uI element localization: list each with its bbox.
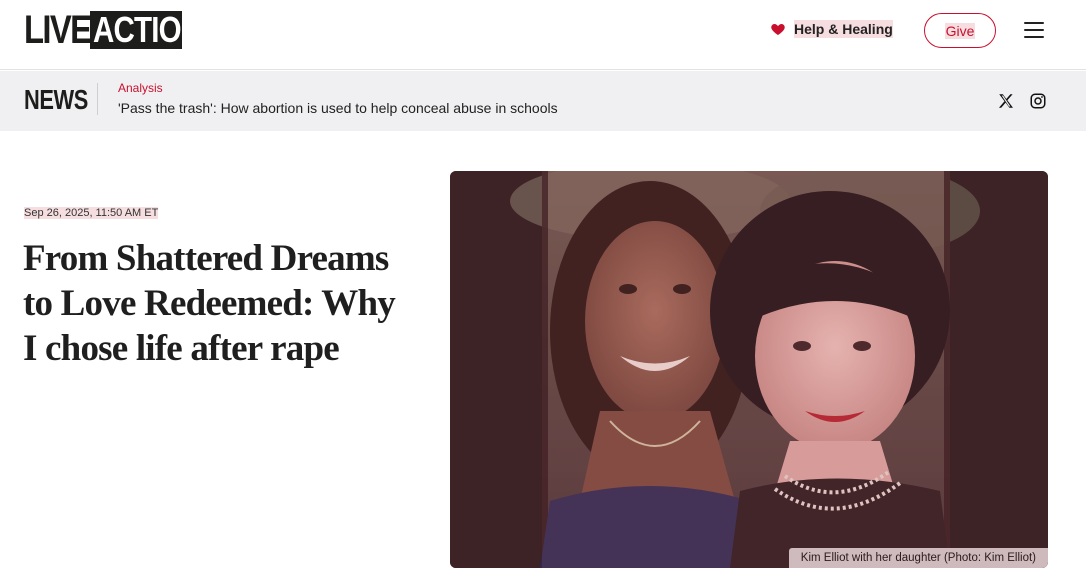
article-date: Sep 26, 2025, 11:50 AM ET xyxy=(24,207,159,219)
photo-illustration xyxy=(450,171,1048,568)
logo-action-text: ACTION xyxy=(93,9,202,50)
x-social-icon[interactable] xyxy=(997,92,1015,110)
help-healing-label: Help & Healing xyxy=(794,20,893,38)
give-label: Give xyxy=(944,22,976,39)
news-headline-link[interactable]: 'Pass the trash': How abortion is used t… xyxy=(118,100,558,116)
help-healing-link[interactable]: Help & Healing xyxy=(770,20,893,38)
divider xyxy=(97,83,98,115)
site-header: LIVE ACTION Help & Healing Give xyxy=(0,0,1086,70)
heart-icon xyxy=(771,24,785,35)
instagram-icon[interactable] xyxy=(1029,92,1047,110)
logo-live-text: LIVE xyxy=(24,8,92,52)
give-button[interactable]: Give xyxy=(924,13,996,48)
article-title: From Shattered Dreams to Love Redeemed: … xyxy=(23,238,396,369)
photo-caption: Kim Elliot with her daughter (Photo: Kim… xyxy=(788,548,1048,568)
logo-action-block: ACTION xyxy=(90,9,202,50)
news-section-label[interactable]: NEWS xyxy=(24,85,88,115)
news-ticker-bar: NEWS Analysis 'Pass the trash': How abor… xyxy=(0,71,1086,131)
hamburger-menu-icon[interactable] xyxy=(1024,22,1044,38)
article-hero-photo: Kim Elliot with her daughter (Photo: Kim… xyxy=(450,171,1048,568)
news-category-link[interactable]: Analysis xyxy=(118,81,163,95)
live-action-logo[interactable]: LIVE ACTION xyxy=(24,8,202,52)
